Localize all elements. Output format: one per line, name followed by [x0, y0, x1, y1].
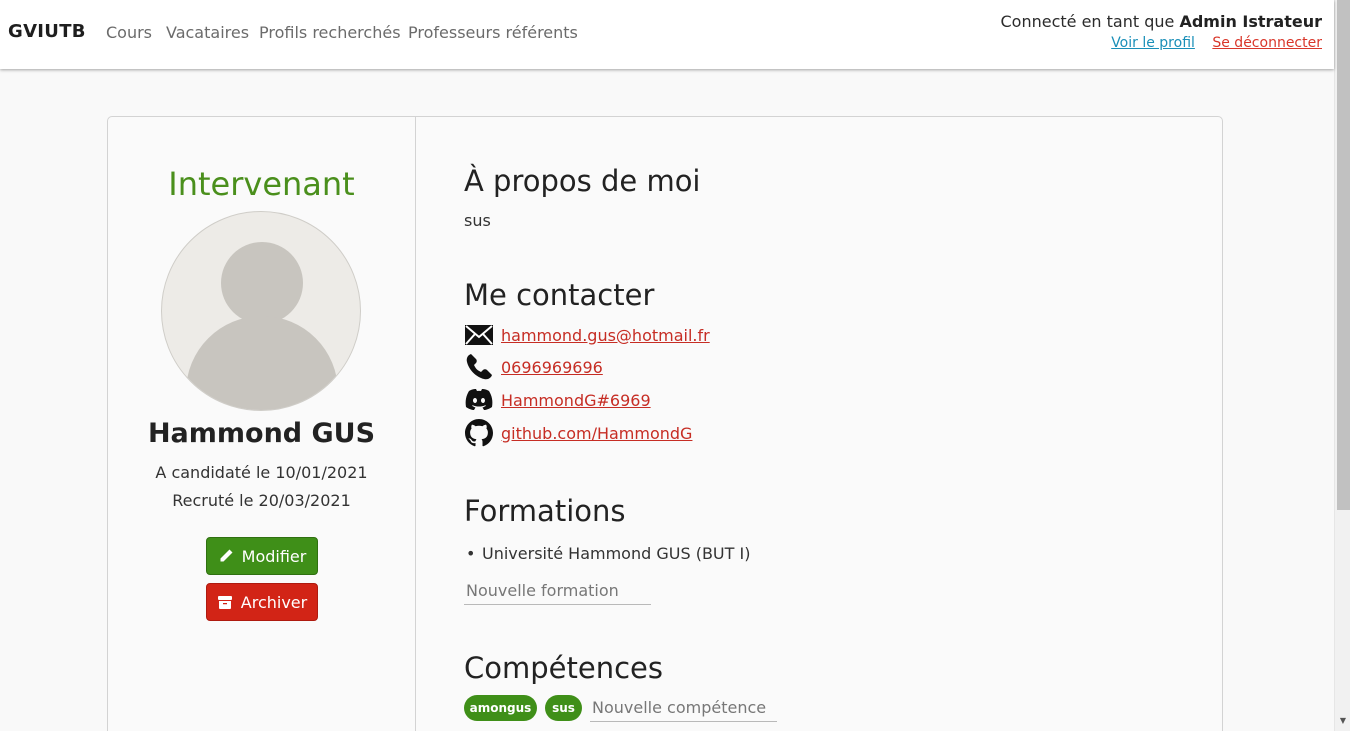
user-session: Connecté en tant que Admin Istrateur Voi… [1000, 12, 1322, 51]
phone-link[interactable]: 0696969696 [501, 358, 603, 377]
application-date: A candidaté le 10/01/2021 [155, 463, 368, 482]
contact-email-row: hammond.gus@hotmail.fr [464, 320, 710, 350]
nav-link-cours[interactable]: Cours [106, 23, 152, 42]
formation-item: Université Hammond GUS (BUT I) [466, 544, 750, 563]
brand-logo[interactable]: GVIUTB [8, 21, 86, 42]
profile-details-panel: À propos de moi sus Me contacter hammond… [464, 117, 1164, 731]
role-title: Intervenant [168, 165, 355, 203]
profile-summary-panel: Intervenant Hammond GUS A candidaté le 1… [108, 117, 416, 731]
archive-button-label: Archiver [240, 592, 308, 612]
page-scrollbar[interactable]: ▲ ▼ [1334, 0, 1350, 731]
github-link[interactable]: github.com/HammondG [501, 424, 692, 443]
skill-tag[interactable]: amongus [464, 695, 537, 721]
phone-icon [466, 354, 492, 380]
github-icon [465, 419, 493, 447]
top-navbar: GVIUTB Cours Vacataires Profils recherch… [0, 0, 1334, 69]
scroll-down-icon[interactable]: ▼ [1335, 716, 1350, 725]
recruitment-date: Recruté le 20/03/2021 [172, 491, 351, 510]
nav-link-vacataires[interactable]: Vacataires [166, 23, 249, 42]
edit-button[interactable]: Modifier [206, 537, 318, 575]
email-link[interactable]: hammond.gus@hotmail.fr [501, 326, 710, 345]
new-skill-input[interactable] [590, 694, 777, 722]
scrollbar-thumb[interactable] [1337, 0, 1350, 510]
pencil-icon [220, 549, 233, 562]
view-profile-link[interactable]: Voir le profil [1111, 35, 1195, 51]
archive-box-icon [217, 596, 232, 609]
edit-button-label: Modifier [241, 546, 307, 566]
archive-button[interactable]: Archiver [206, 583, 318, 621]
discord-icon [465, 389, 493, 410]
formations-title: Formations [464, 494, 626, 528]
new-formation-input[interactable] [464, 577, 651, 605]
about-title: À propos de moi [464, 164, 701, 198]
contact-discord-row: HammondG#6969 [464, 385, 651, 415]
person-name: Hammond GUS [147, 418, 376, 449]
nav-link-professeurs-referents[interactable]: Professeurs référents [408, 23, 578, 42]
current-user-name: Admin Istrateur [1179, 12, 1322, 31]
logout-link[interactable]: Se déconnecter [1212, 35, 1322, 51]
profile-card: Intervenant Hammond GUS A candidaté le 1… [107, 116, 1223, 731]
envelope-icon [465, 325, 493, 345]
discord-link[interactable]: HammondG#6969 [501, 391, 651, 410]
contact-title: Me contacter [464, 278, 655, 312]
connected-as-label: Connecté en tant que [1000, 12, 1175, 31]
avatar-body-shape [186, 316, 338, 410]
contact-github-row: github.com/HammondG [464, 418, 692, 448]
nav-link-profils-recherches[interactable]: Profils recherchés [259, 23, 401, 42]
about-text: sus [464, 211, 491, 230]
skills-title: Compétences [464, 651, 663, 685]
avatar-head-shape [221, 242, 303, 324]
avatar [161, 211, 361, 411]
skill-tag[interactable]: sus [545, 695, 582, 721]
contact-phone-row: 0696969696 [464, 352, 603, 382]
